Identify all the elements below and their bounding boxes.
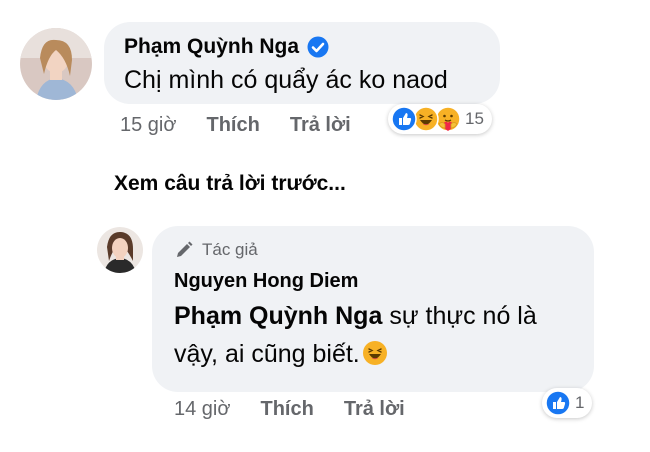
comment-text: Phạm Quỳnh Nga sự thực nó là vậy, ai cũn…: [174, 297, 574, 373]
author-badge-label: Tác giả: [202, 240, 258, 259]
comment-bubble: Phạm Quỳnh Nga Chị mình có quẩy ác ko na…: [104, 22, 500, 104]
comment-author[interactable]: Nguyen Hong Diem: [174, 270, 572, 293]
reply-button[interactable]: Trả lời: [344, 398, 405, 421]
comment-actions: 15 giờ Thích Trả lời: [120, 114, 381, 137]
reaction-count: 1: [575, 393, 585, 412]
view-previous-replies-link[interactable]: Xem câu trả lời trước...: [114, 172, 346, 196]
comment-timestamp[interactable]: 14 giờ: [174, 398, 230, 421]
avatar[interactable]: [97, 227, 143, 273]
like-icon: [391, 106, 417, 132]
reaction-count: 15: [465, 109, 484, 128]
reply-bubble: Tác giả Nguyen Hong Diem Phạm Quỳnh Nga …: [152, 226, 594, 392]
pencil-icon: [177, 241, 193, 257]
mention-link[interactable]: Phạm Quỳnh Nga: [174, 302, 382, 330]
verified-badge-icon: [307, 36, 329, 58]
avatar[interactable]: [20, 28, 92, 100]
comment-text: Chị mình có quẩy ác ko naod: [124, 66, 448, 94]
reactions-summary[interactable]: 1: [542, 388, 593, 418]
comment-author[interactable]: Phạm Quỳnh Nga: [124, 35, 299, 59]
like-button[interactable]: Thích: [206, 114, 259, 137]
comment-timestamp[interactable]: 15 giờ: [120, 114, 176, 137]
comment-thread: Phạm Quỳnh Nga Chị mình có quẩy ác ko na…: [0, 0, 650, 452]
comment-actions: 14 giờ Thích Trả lời: [174, 398, 435, 421]
like-button[interactable]: Thích: [260, 398, 313, 421]
like-icon: [545, 390, 571, 416]
author-badge: Tác giả: [174, 240, 572, 260]
laughing-icon: [362, 340, 388, 366]
reactions-summary[interactable]: 15: [388, 104, 492, 134]
reply-button[interactable]: Trả lời: [290, 114, 351, 137]
